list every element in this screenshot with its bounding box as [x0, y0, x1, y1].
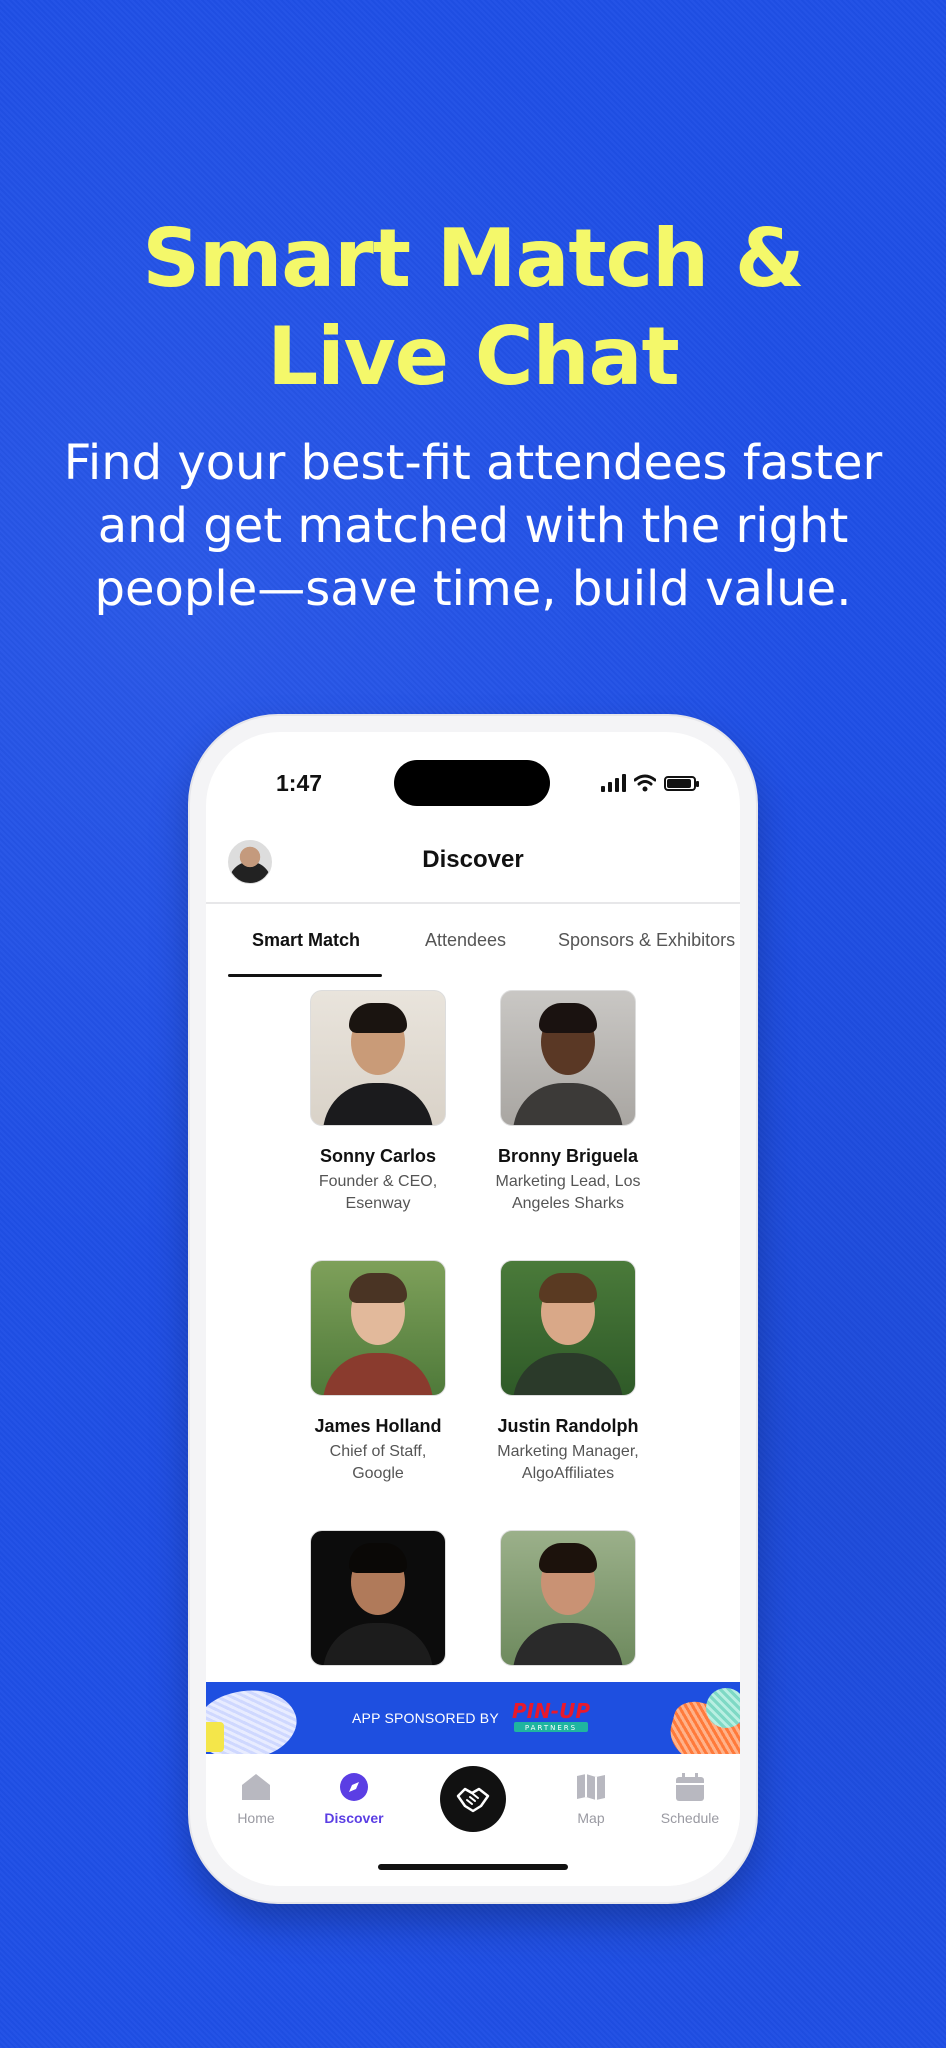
hero-subtitle-line-3: people—save time, build value.: [94, 561, 852, 617]
nav-home[interactable]: Home: [216, 1772, 296, 1826]
sponsor-label: APP SPONSORED BY: [352, 1710, 499, 1726]
person-role: Marketing Manager, AlgoAffiliates: [497, 1443, 639, 1482]
battery-icon: [664, 775, 699, 791]
person-name: Sonny Carlos: [319, 1146, 437, 1166]
pin-up-partners-logo: PIN-UP PARTNERS: [512, 1699, 590, 1732]
person-card[interactable]: Bronny Briguela Marketing Lead, Los Ange…: [488, 990, 648, 1215]
page-title: Discover: [422, 846, 524, 873]
cellular-signal-icon: [601, 774, 626, 792]
status-icons: [601, 774, 699, 792]
hero-title-line-2: Live Chat: [267, 310, 680, 403]
nav-discover[interactable]: Discover: [314, 1772, 394, 1826]
nav-map-label: Map: [577, 1810, 605, 1826]
person-role: Chief of Staff, Google: [329, 1443, 427, 1482]
person-card[interactable]: James Holland Chief of Staff, Google: [298, 1260, 458, 1485]
active-tab-indicator: [228, 974, 382, 977]
sponsor-banner[interactable]: APP SPONSORED BY PIN-UP PARTNERS: [206, 1682, 740, 1754]
hero-subtitle: Find your best-fit attendees faster and …: [40, 432, 906, 621]
person-card[interactable]: [488, 1530, 648, 1666]
hero-title-line-1: Smart Match &: [142, 212, 804, 305]
decorative-shape: [706, 1688, 740, 1728]
home-icon: [242, 1774, 270, 1800]
nav-schedule[interactable]: Schedule: [650, 1772, 730, 1826]
person-photo: [500, 1260, 636, 1396]
tab-smart-match[interactable]: Smart Match: [252, 930, 360, 951]
wifi-icon: [634, 774, 656, 792]
person-photo: [500, 1530, 636, 1666]
compass-icon: [340, 1773, 368, 1801]
home-indicator: [378, 1864, 568, 1870]
handshake-icon: [456, 1787, 490, 1813]
person-card[interactable]: Sonny Carlos Founder & CEO, Esenway: [298, 990, 458, 1215]
nav-discover-label: Discover: [324, 1810, 384, 1826]
smart-match-button[interactable]: [440, 1766, 506, 1832]
hero-subtitle-line-1: Find your best-fit attendees faster: [63, 435, 883, 491]
person-role: Founder & CEO, Esenway: [318, 1173, 438, 1212]
nav-schedule-label: Schedule: [660, 1810, 720, 1826]
person-name: James Holland: [314, 1416, 442, 1436]
tab-sponsors-exhibitors[interactable]: Sponsors & Exhibitors: [558, 930, 735, 951]
person-photo: [500, 990, 636, 1126]
person-name: Justin Randolph: [497, 1416, 639, 1436]
phone-mockup: 1:47 Discover Smart Match Attendees Spon…: [190, 716, 756, 1902]
person-card[interactable]: [298, 1530, 458, 1666]
map-icon: [577, 1774, 605, 1800]
person-photo: [310, 1530, 446, 1666]
person-role: Marketing Lead, Los Angeles Sharks: [495, 1173, 641, 1212]
person-photo: [310, 990, 446, 1126]
bottom-navigation: Home Discover Map Schedule: [206, 1754, 740, 1886]
hero-subtitle-line-2: and get matched with the right: [97, 498, 849, 554]
nav-map[interactable]: Map: [551, 1772, 631, 1826]
calendar-icon: [676, 1773, 704, 1801]
person-photo: [310, 1260, 446, 1396]
dynamic-island: [394, 760, 550, 806]
discover-tabs: Smart Match Attendees Sponsors & Exhibit…: [206, 904, 740, 977]
svg-text:PARTNERS: PARTNERS: [525, 1724, 577, 1732]
decorative-shape: [206, 1722, 224, 1752]
svg-text:PIN-UP: PIN-UP: [512, 1699, 590, 1723]
person-card[interactable]: Justin Randolph Marketing Manager, AlgoA…: [488, 1260, 648, 1485]
tab-attendees[interactable]: Attendees: [425, 930, 506, 951]
status-time: 1:47: [276, 770, 323, 796]
person-name: Bronny Briguela: [497, 1146, 639, 1166]
discover-header: Discover: [206, 832, 740, 904]
nav-home-label: Home: [237, 1810, 275, 1826]
phone-screen: 1:47 Discover Smart Match Attendees Spon…: [206, 732, 740, 1886]
hero-title: Smart Match & Live Chat: [0, 210, 946, 406]
